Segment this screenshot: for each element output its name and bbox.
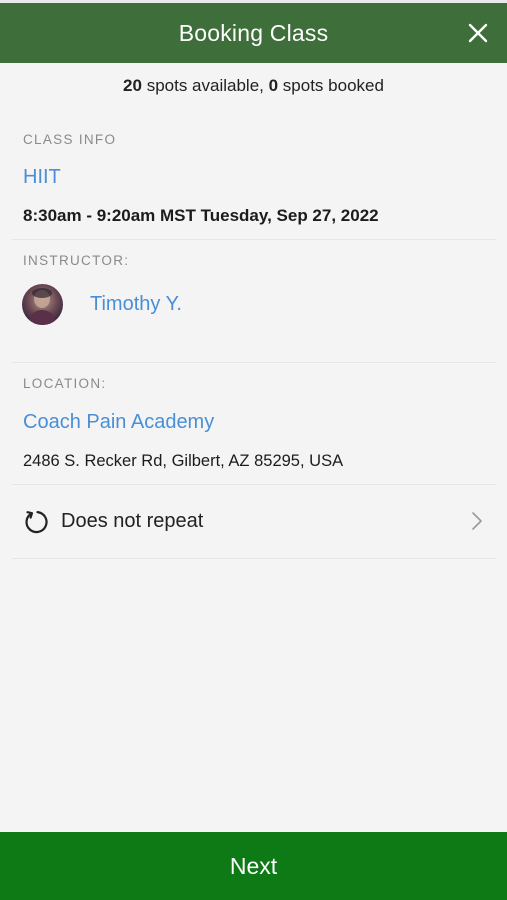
spots-available-count: 20 [123, 76, 142, 95]
location-name-link[interactable]: Coach Pain Academy [23, 411, 214, 434]
class-info-label: CLASS INFO [23, 132, 117, 147]
divider [12, 484, 496, 485]
class-name-link[interactable]: HIIT [23, 166, 61, 189]
page-title: Booking Class [178, 19, 329, 46]
instructor-name-link[interactable]: Timothy Y. [90, 293, 182, 316]
repeat-icon [25, 511, 48, 534]
location-label: LOCATION: [23, 376, 107, 391]
class-time: 8:30am - 9:20am MST Tuesday, Sep 27, 202… [23, 206, 379, 225]
location-address: 2486 S. Recker Rd, Gilbert, AZ 85295, US… [23, 452, 344, 470]
instructor-label: INSTRUCTOR: [23, 253, 130, 268]
repeat-label: Does not repeat [61, 510, 204, 532]
close-icon [468, 23, 488, 43]
next-button-label: Next [229, 852, 278, 879]
avatar-image [28, 288, 57, 325]
instructor-avatar[interactable] [22, 284, 63, 325]
header-bar: Booking Class [0, 3, 507, 63]
divider [12, 558, 496, 559]
spots-summary: 20 spots available, 0 spots booked [0, 76, 507, 96]
next-button[interactable]: Next [0, 832, 507, 900]
chevron-right-icon [472, 512, 482, 530]
divider [12, 362, 496, 363]
spots-booked-count: 0 [268, 76, 279, 95]
repeat-option-row[interactable]: Does not repeat [12, 496, 496, 548]
divider [12, 239, 496, 240]
close-button[interactable] [463, 18, 493, 48]
spots-booked-text: spots booked [278, 76, 384, 95]
spots-available-text: spots available, [141, 76, 269, 95]
